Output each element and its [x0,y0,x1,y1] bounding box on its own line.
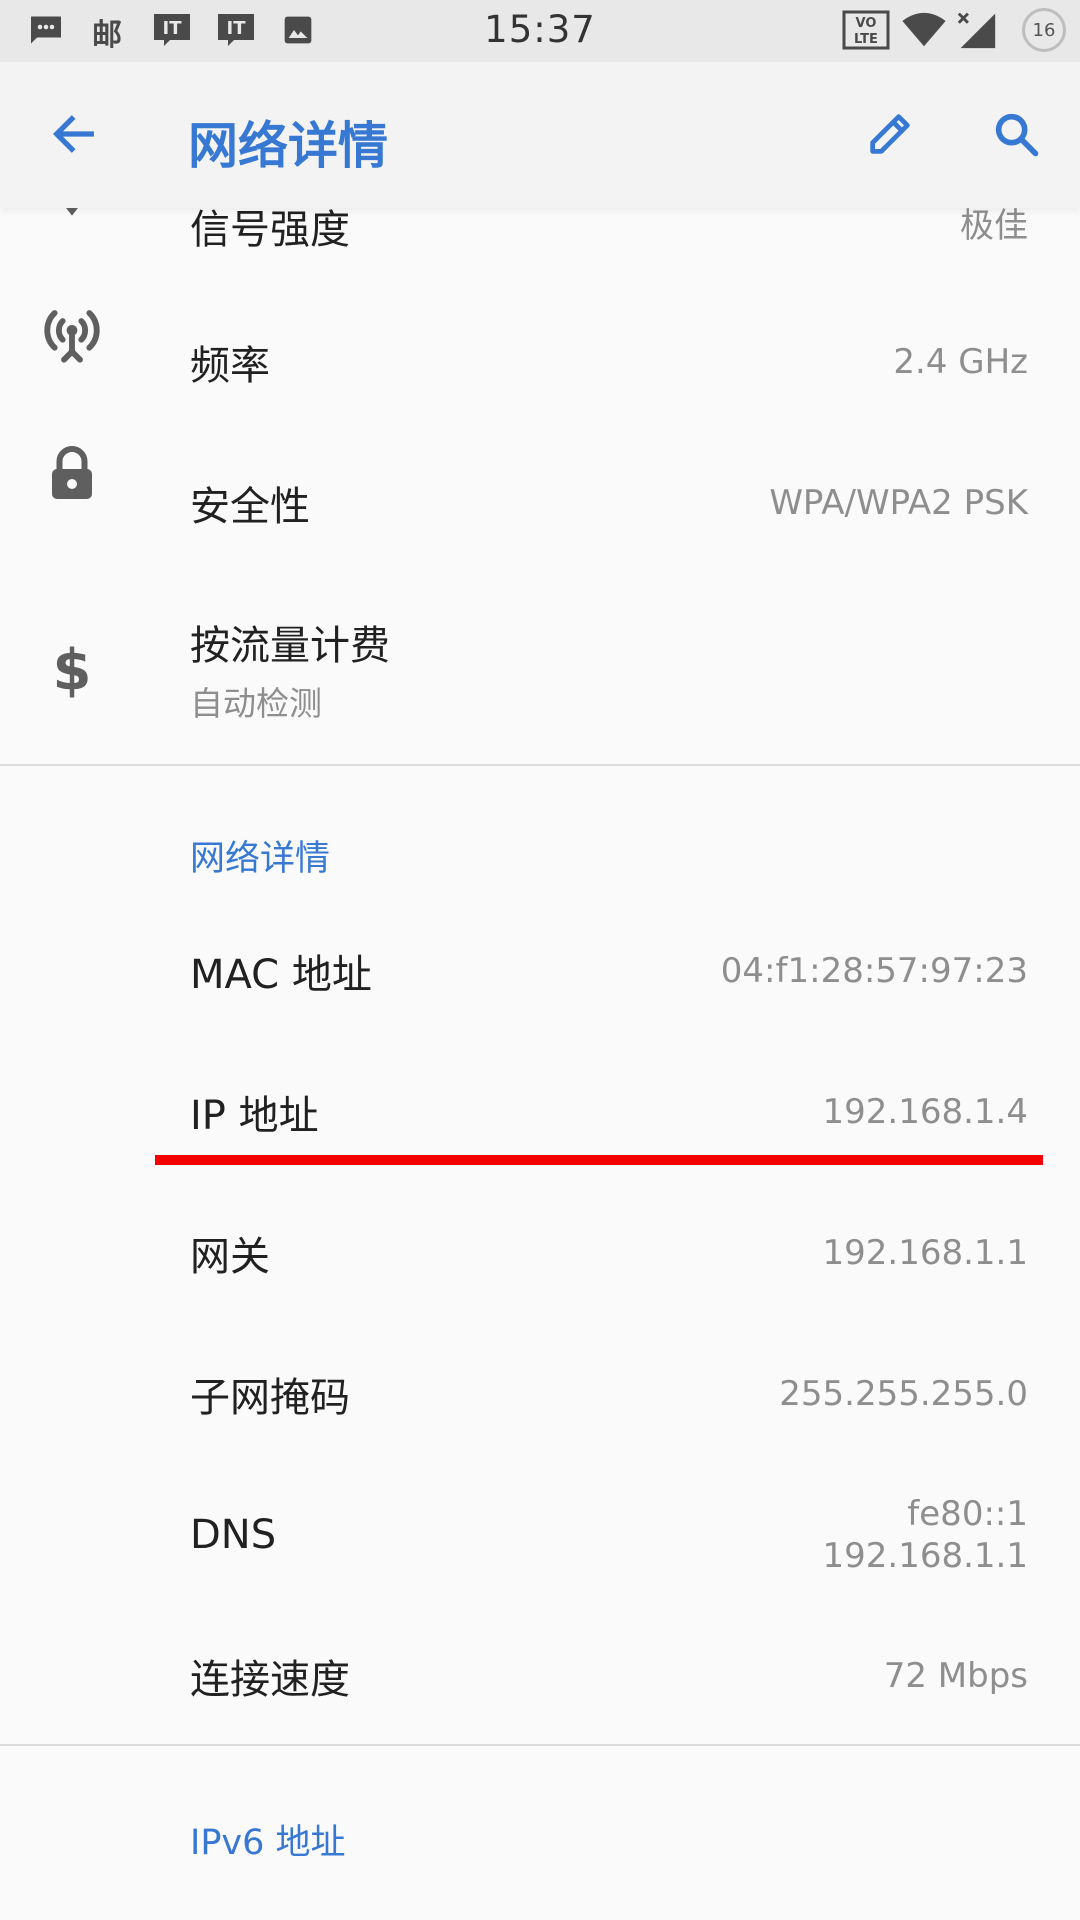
cell-signal-icon [954,10,1000,54]
list-item-gateway[interactable]: 网关 192.168.1.1 [0,1182,1080,1323]
dollar-icon: $ [52,637,92,703]
search-button[interactable] [974,94,1058,178]
list-item-link-speed[interactable]: 连接速度 72 Mbps [0,1605,1080,1746]
wifi-icon [902,12,946,52]
screen: 邮 IT IT 15:37 VO LTE 16 信号强度 极佳 频率 2.4 G… [0,0,1080,1920]
row-label: IP 地址 [190,1092,319,1139]
page-title: 网络详情 [188,117,388,175]
arrow-back-icon [48,108,100,164]
row-label-group: 按流量计费 自动检测 [190,613,390,725]
list-item-mac-address[interactable]: MAC 地址 04:f1:28:57:97:23 [0,900,1080,1041]
row-value: 255.255.255.0 [779,1373,1028,1414]
row-label: 按流量计费 [190,623,390,669]
battery-level: 16 [1032,19,1056,41]
list-item-frequency[interactable]: 频率 2.4 GHz [0,291,1080,432]
row-label: 安全性 [190,483,310,530]
section-header-ipv6: IPv6 地址 [190,1823,346,1863]
battery-indicator: 16 [1022,8,1066,52]
row-label: MAC 地址 [190,951,372,998]
row-label: DNS [190,1511,277,1558]
annotation-underline [155,1155,1043,1165]
volte-icon: VO LTE [842,10,890,54]
status-bar: 邮 IT IT 15:37 VO LTE 16 [0,0,1080,62]
list-item-dns[interactable]: DNS fe80::1 192.168.1.1 [0,1464,1080,1605]
list-item-metered[interactable]: $ 按流量计费 自动检测 [0,594,1080,744]
row-value: WPA/WPA2 PSK [769,482,1028,523]
row-value: fe80::1 [907,1493,1028,1534]
section-header-network-details: 网络详情 [190,839,331,879]
row-value: 192.168.1.4 [822,1091,1028,1132]
row-value: 2.4 GHz [893,341,1028,382]
row-label: 连接速度 [190,1656,350,1703]
list-item-subnet-mask[interactable]: 子网掩码 255.255.255.0 [0,1323,1080,1464]
row-value: 04:f1:28:57:97:23 [720,950,1028,991]
back-button[interactable] [32,94,116,178]
row-value: 192.168.1.1 [822,1535,1028,1576]
divider [0,764,1080,766]
row-value-group: fe80::1 192.168.1.1 [823,1493,1028,1577]
row-label: 频率 [190,342,270,389]
row-value: 72 Mbps [883,1655,1028,1696]
row-label: 子网掩码 [190,1374,350,1421]
lock-icon [30,432,114,516]
row-value: 极佳 [960,205,1028,246]
row-sublabel: 自动检测 [190,684,322,723]
app-bar: 网络详情 [0,62,1080,208]
antenna-icon [30,291,114,375]
edit-button[interactable] [848,94,932,178]
list-item-security[interactable]: 安全性 WPA/WPA2 PSK [0,432,1080,573]
pencil-icon [864,108,916,164]
row-value: 192.168.1.1 [822,1232,1028,1273]
row-label: 网关 [190,1233,270,1280]
svg-text:VO: VO [856,16,877,31]
search-icon [990,108,1042,164]
divider [0,1744,1080,1746]
svg-text:LTE: LTE [854,32,878,47]
